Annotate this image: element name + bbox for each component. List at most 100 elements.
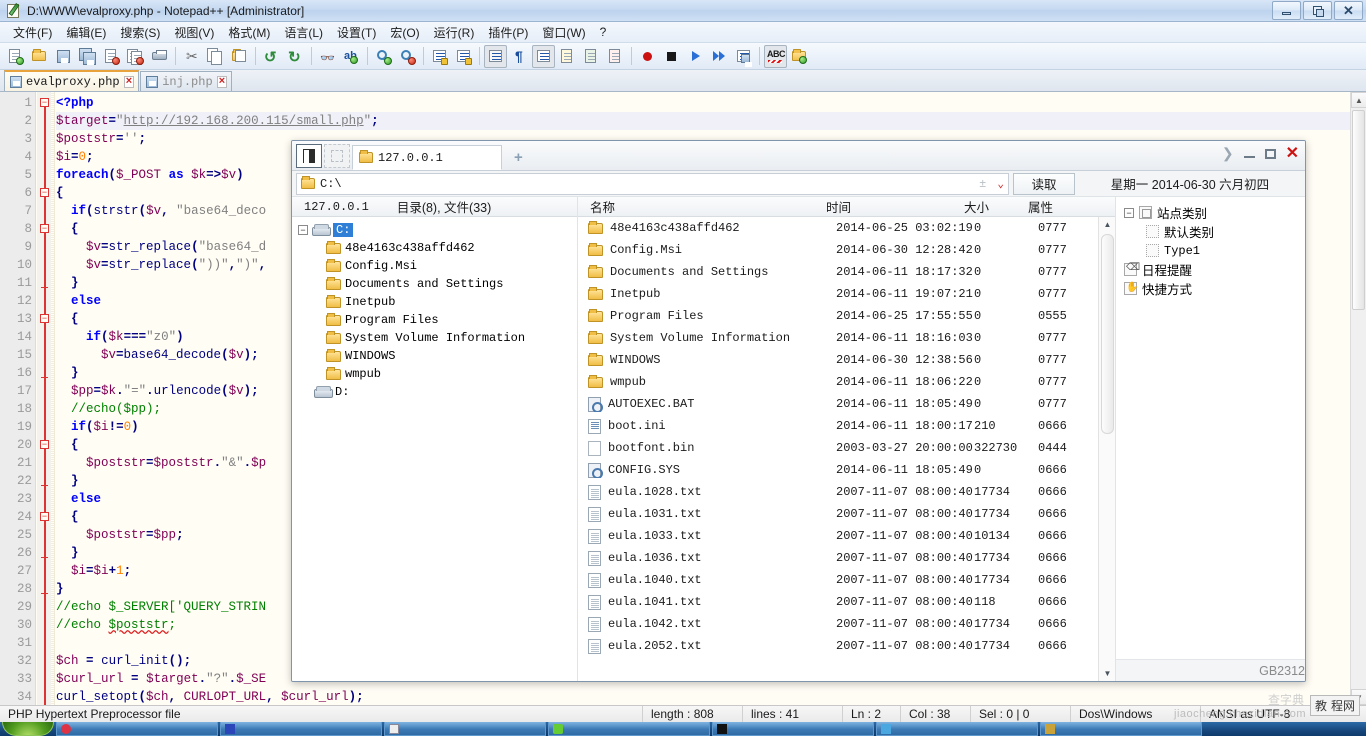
taskbar-item[interactable] [220,722,382,736]
scrollbar-thumb[interactable] [1352,110,1365,310]
file-row[interactable]: eula.1033.txt 2007-11-07 08:00:40 10134 066… [578,525,1098,547]
scrollbar-thumb[interactable] [1101,234,1114,434]
code-line[interactable]: { [56,310,79,328]
file-list[interactable]: 48e4163c438affd462 2014-06-25 03:02:19 0 07… [578,217,1098,681]
code-line[interactable]: $v=base64_decode($v); [56,346,259,364]
code-line[interactable]: <?php [56,94,94,112]
maximize-icon[interactable] [1264,148,1276,159]
file-list-scrollbar[interactable]: ▲ ▼ [1098,217,1115,681]
taskbar-item[interactable] [876,722,1038,736]
menu-item-2[interactable]: 搜索(S) [113,22,167,43]
code-line[interactable]: else [56,490,101,508]
menu-item-3[interactable]: 视图(V) [167,22,221,43]
word-wrap-button[interactable] [484,44,507,68]
file-row[interactable]: eula.1036.txt 2007-11-07 08:00:40 17734 066… [578,547,1098,569]
fold-collapse-icon[interactable]: − [40,314,49,323]
app-menu-button[interactable] [296,144,322,168]
document-tab-1[interactable]: inj.php × [140,71,233,91]
close-button[interactable]: ✕ [1334,1,1363,20]
sidebar-node-reminder[interactable]: 日程提醒 [1116,260,1305,279]
new-tab-button[interactable]: + [514,149,523,166]
sidebar-node-type[interactable]: Type1 [1116,241,1305,260]
file-row[interactable]: eula.1040.txt 2007-11-07 08:00:40 17734 066… [578,569,1098,591]
sidebar-node-category[interactable]: − 站点类别 [1116,203,1305,222]
file-row[interactable]: wmpub 2014-06-11 18:06:22 0 0777 [578,371,1098,393]
code-line[interactable]: foreach($_POST as $k=>$v) [56,166,244,184]
secondary-panel-button[interactable] [324,144,350,168]
code-line[interactable]: if($i!=0) [56,418,139,436]
path-input[interactable]: C:\ ± ⌄ [296,172,1009,195]
stop-macro-button[interactable] [660,45,683,68]
code-line[interactable]: { [56,184,64,202]
tree-node-inetpub[interactable]: Inetpub [292,293,577,311]
tree-node-documents-and-settings[interactable]: Documents and Settings [292,275,577,293]
code-line[interactable]: $poststr=''; [56,130,146,148]
code-line[interactable]: $curl_url = $target."?".$_SE [56,670,266,688]
file-row[interactable]: boot.ini 2014-06-11 18:00:17 210 0666 [578,415,1098,437]
tree-node-wmpub[interactable]: wmpub [292,365,577,383]
column-header-size[interactable]: 大小 [964,197,1028,216]
code-line[interactable]: else [56,292,101,310]
code-line[interactable]: } [56,544,79,562]
print-button[interactable] [148,45,171,68]
taskbar-item[interactable] [712,722,874,736]
save-macro-button[interactable] [732,45,755,68]
session-tab-127-0-0-1[interactable]: 127.0.0.1 [352,145,502,170]
close-all-button[interactable] [124,45,147,68]
scroll-up-arrow-icon[interactable]: ▲ [1351,92,1366,108]
column-header-time[interactable]: 时间 [826,197,964,216]
menu-item-8[interactable]: 运行(R) [427,22,482,43]
taskbar-item[interactable] [56,722,218,736]
code-folding-column[interactable] [37,92,51,705]
save-button[interactable] [52,45,75,68]
file-row[interactable]: WINDOWS 2014-06-30 12:38:56 0 0777 [578,349,1098,371]
taskbar-item[interactable] [548,722,710,736]
tree-node-48e4163c438affd462[interactable]: 48e4163c438affd462 [292,239,577,257]
paste-button[interactable] [228,45,251,68]
record-macro-button[interactable] [636,45,659,68]
copy-button[interactable] [204,45,227,68]
read-button[interactable]: 读取 [1013,172,1075,195]
spell-check-button[interactable]: ABC [764,44,787,68]
play-macro-button[interactable] [684,45,707,68]
run-macro-multiple-button[interactable] [708,45,731,68]
code-line[interactable]: $pp=$k."=".urlencode($v); [56,382,259,400]
code-line[interactable]: curl_setopt($ch, CURLOPT_URL, $curl_url)… [56,688,364,705]
menu-item-10[interactable]: 窗口(W) [535,22,592,43]
menu-item-11[interactable]: ? [593,23,614,41]
start-button[interactable] [2,722,54,736]
file-row[interactable]: CONFIG.SYS 2014-06-11 18:05:49 0 0666 [578,459,1098,481]
code-line[interactable]: { [56,436,79,454]
sync-horizontal-button[interactable] [452,45,475,68]
document-tab-0[interactable]: evalproxy.php × [4,70,140,91]
tree-node-d-drive[interactable]: D: [292,383,577,401]
menu-item-9[interactable]: 插件(P) [481,22,535,43]
code-line[interactable]: { [56,508,79,526]
restore-button[interactable] [1303,1,1332,20]
tree-node-c-drive[interactable]: − C: [292,221,577,239]
zoom-out-button[interactable] [396,45,419,68]
tree-node-windows[interactable]: WINDOWS [292,347,577,365]
cut-button[interactable]: ✂ [180,45,203,68]
code-line[interactable]: } [56,580,64,598]
show-all-chars-button[interactable]: ¶ [508,45,531,68]
file-row[interactable]: 48e4163c438affd462 2014-06-25 03:02:19 0 07… [578,217,1098,239]
fold-collapse-icon[interactable]: − [40,224,49,233]
menu-item-5[interactable]: 语言(L) [277,22,330,43]
menu-item-4[interactable]: 格式(M) [221,22,277,43]
directory-tree[interactable]: − C: 48e4163c438affd462 Config.Msi Documents… [292,217,577,681]
minimize-button[interactable] [1272,1,1301,20]
sidebar-node-shortcut[interactable]: 快捷方式 [1116,279,1305,298]
code-line[interactable]: $i=$i+1; [56,562,131,580]
new-file-button[interactable] [4,45,27,68]
code-line[interactable]: $v=str_replace("base64_d [56,238,266,256]
scroll-down-arrow-icon[interactable]: ▼ [1099,666,1116,681]
code-line[interactable]: $poststr=$poststr."&".$p [56,454,266,472]
undo-button[interactable]: ↺ [260,45,283,68]
file-row[interactable]: eula.1031.txt 2007-11-07 08:00:40 17734 066… [578,503,1098,525]
user-define-dialog-button[interactable] [556,45,579,68]
tree-expander-icon[interactable]: − [298,225,308,235]
code-line[interactable]: $poststr=$pp; [56,526,184,544]
chevron-down-icon[interactable]: ⌄ [997,177,1004,191]
file-row[interactable]: eula.1041.txt 2007-11-07 08:00:40 118 0666 [578,591,1098,613]
